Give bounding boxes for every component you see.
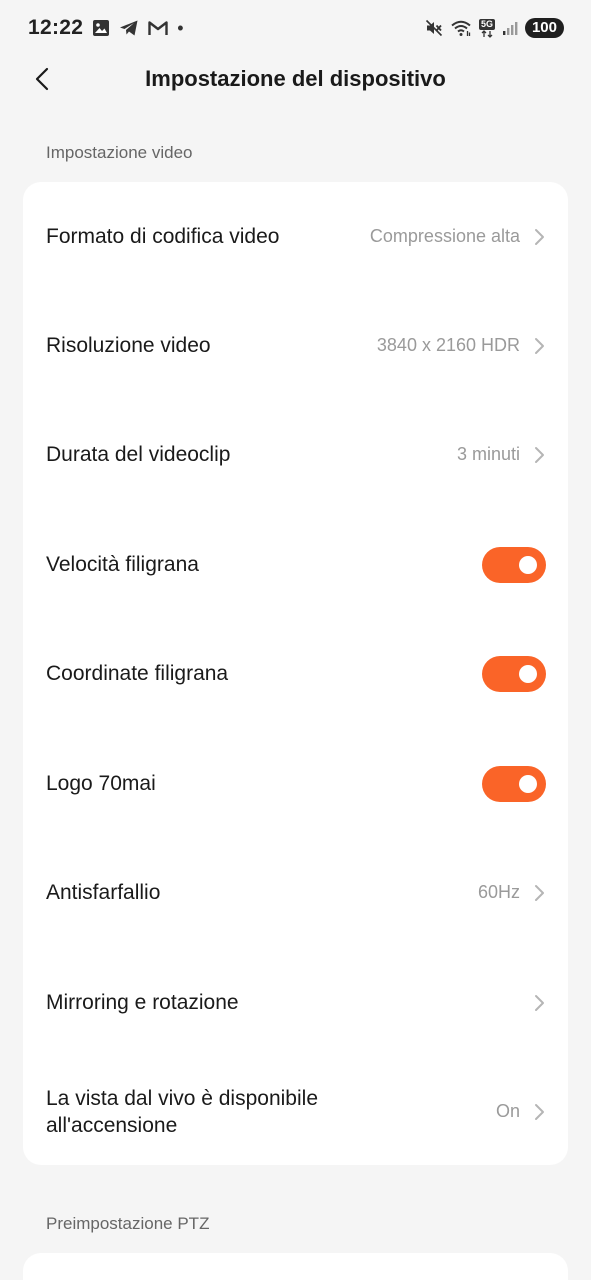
chevron-right-icon [534,337,546,355]
net-type-label: 5G [478,18,495,30]
toggle-knob [519,664,537,683]
row-label: Risoluzione video [46,334,211,357]
image-icon [92,19,110,37]
row-value: Compressione alta [369,226,520,246]
chevron-right-icon [534,446,546,464]
status-right: 5G 100 [425,18,564,38]
watermark-speed-toggle[interactable] [482,546,546,583]
telegram-icon [119,19,139,37]
row-mirroring-rotation[interactable]: Mirroring e rotazione [23,948,568,1057]
gmail-icon [148,20,168,36]
app-header: Impostazione del dispositivo [0,56,591,102]
row-logo-70mai: Logo 70mai [23,729,568,838]
row-right: 60Hz [478,882,546,903]
row-right [534,994,546,1012]
5g-icon: 5G [478,18,495,38]
toggle-knob [519,774,537,793]
section-label-video: Impostazione video [46,143,193,162]
row-right: Compressione alta [370,226,546,247]
back-button[interactable] [26,62,58,96]
row-videoclip-duration[interactable]: Durata del videoclip 3 minuti [23,400,568,509]
status-bar: 12:22 • 5G 100 [0,0,591,56]
wifi-icon [450,19,472,37]
signal-icon [502,20,518,36]
row-live-view-on-power[interactable]: La vista dal vivo è disponibile all'acce… [23,1058,568,1165]
section-label-ptz: Preimpostazione PTZ [46,1214,210,1233]
status-left: 12:22 • [28,16,184,40]
row-label: Logo 70mai [46,772,156,795]
row-video-codec-format[interactable]: Formato di codifica video Compressione a… [23,182,568,291]
row-label: Antisfarfallio [46,881,161,904]
row-video-resolution[interactable]: Risoluzione video 3840 x 2160 HDR [23,291,568,400]
battery-icon: 100 [524,18,564,38]
status-time: 12:22 [28,16,84,39]
row-label: La vista dal vivo è disponibile all'acce… [46,1086,318,1137]
chevron-right-icon [534,228,546,246]
row-antiflicker[interactable]: Antisfarfallio 60Hz [23,838,568,947]
row-watermark-coordinates: Coordinate filigrana [23,619,568,728]
row-right: 3 minuti [457,444,546,465]
row-value: On [495,1101,520,1121]
mute-icon [425,19,443,37]
row-right: On [496,1101,546,1122]
row-label: Formato di codifica video [46,225,280,248]
page-title: Impostazione del dispositivo [145,66,446,91]
video-settings-card: Formato di codifica video Compressione a… [23,182,568,1165]
chevron-right-icon [534,994,546,1012]
row-label: Coordinate filigrana [46,662,229,685]
chevron-right-icon [534,1103,546,1121]
row-value: 3 minuti [456,444,520,464]
watermark-coordinates-toggle[interactable] [482,655,546,692]
row-label: Mirroring e rotazione [46,991,239,1014]
row-value: 60Hz [477,882,520,902]
ptz-settings-card [23,1253,568,1280]
toggle-knob [519,555,537,574]
row-value: 3840 x 2160 HDR [376,335,520,355]
row-right: 3840 x 2160 HDR [377,335,546,356]
row-label: Durata del videoclip [46,443,231,466]
row-watermark-speed: Velocità filigrana [23,510,568,619]
row-label: Velocità filigrana [46,553,199,576]
chevron-right-icon [534,884,546,902]
logo-70mai-toggle[interactable] [482,765,546,802]
dot-icon: • [177,17,184,38]
chevron-left-icon [35,67,49,91]
